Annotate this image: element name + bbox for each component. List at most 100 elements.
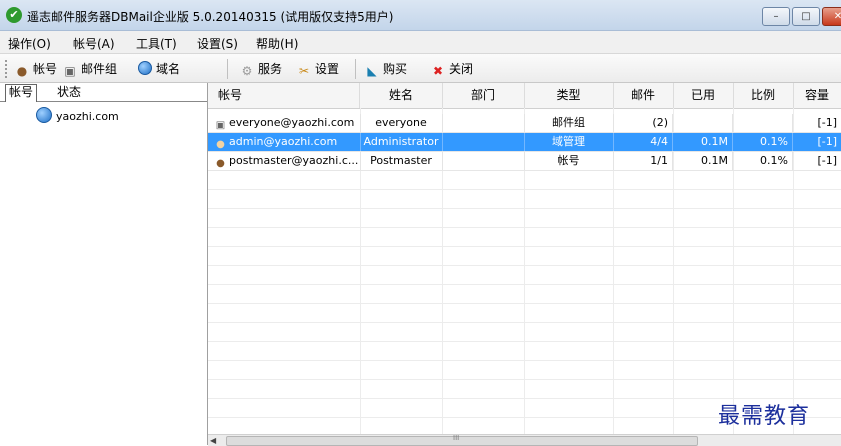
tree-item-label: yaozhi.com [56,110,119,123]
table-header: 帐号 姓名 部门 类型 邮件 已用 比例 容量 [208,83,841,109]
cell-mail: (2) [613,114,673,132]
menu-tools[interactable]: 工具(T) [136,35,177,52]
cell-department [442,133,525,151]
tab-account[interactable]: 帐号 [5,84,38,102]
cart-icon: ◣ [367,64,377,78]
menu-account[interactable]: 帐号(A) [73,35,115,52]
menu-operate[interactable]: 操作(O) [8,35,51,52]
empty-row [208,380,841,399]
empty-row [208,266,841,285]
close-icon: ✖ [432,64,444,78]
empty-row [208,342,841,361]
cell-capacity: [-1] [817,116,837,129]
globe-icon [137,61,153,75]
tab-status[interactable]: 状态 [54,85,84,100]
cell-account: ● admin@yaozhi.com [208,133,361,151]
cell-account: ● postmaster@yaozhi.c... [208,152,361,170]
cell-name: Administrator [360,133,443,151]
menu-help[interactable]: 帮助(H) [256,35,298,52]
toolbar-buy-label: 购买 [383,62,408,76]
mail-group-icon: ▣ [215,120,226,131]
column-header-department[interactable]: 部门 [442,83,525,108]
toolbar-grip[interactable] [5,60,10,78]
toolbar-service-label: 服务 [258,62,283,76]
table-row[interactable]: ● postmaster@yaozhi.c... Postmaster 帐号 1/… [208,152,841,171]
cell-ratio: 0.1% [733,133,793,151]
cell-department [442,114,525,132]
menu-bar: 操作(O) 帐号(A) 工具(T) 设置(S) 帮助(H) [0,31,841,54]
cell-type: 域管理 [524,133,614,151]
column-header-mail[interactable]: 邮件 [613,83,674,108]
toolbar-separator [227,59,228,79]
empty-row [208,361,841,380]
cell-mail: 4/4 [613,133,673,151]
scroll-grip: III [453,434,460,442]
empty-row [208,190,841,209]
toolbar-settings-button[interactable]: ✂ 设置 [296,60,339,78]
mail-group-icon: ▣ [64,64,76,78]
left-tab-strip: 帐号 状态 [0,83,207,102]
table-row-selected[interactable]: ● admin@yaozhi.com Administrator 域管理 4/4 … [208,133,841,152]
tree-item-domain[interactable]: yaozhi.com [36,107,119,125]
toolbar-account-button[interactable]: ● 帐号 [14,60,57,78]
toolbar-domain-label: 域名 [156,62,181,76]
minimize-button[interactable]: – [762,7,790,26]
account-table: 帐号 姓名 部门 类型 邮件 已用 比例 容量 ▣ everyone@yaozhi… [208,83,841,445]
cell-used: 0.1M [673,152,733,170]
maximize-icon: □ [801,11,811,22]
empty-row [208,285,841,304]
column-header-name[interactable]: 姓名 [360,83,443,108]
toolbar-settings-label: 设置 [315,62,340,76]
cell-type: 帐号 [524,152,614,170]
left-panel: 帐号 状态 yaozhi.com [0,83,208,445]
watermark-text: 最需教育 [718,404,811,429]
cell-name: everyone [360,114,443,132]
empty-row [208,209,841,228]
empty-row [208,247,841,266]
toolbar-close-button[interactable]: ✖ 关闭 [430,60,473,78]
toolbar: ● 帐号 ▣ 邮件组 域名 ⚙ 服务 ✂ 设置 ◣ 购买 ✖ 关闭 [0,54,841,83]
column-header-account[interactable]: 帐号 [208,83,360,108]
toolbar-domain-button[interactable]: 域名 [137,60,180,78]
close-window-button[interactable]: ✕ [822,7,841,26]
cell-mail: 1/1 [613,152,673,170]
toolbar-buy-button[interactable]: ◣ 购买 [364,60,407,78]
maximize-button[interactable]: □ [792,7,820,26]
menu-settings[interactable]: 设置(S) [197,35,238,52]
tools-icon: ✂ [298,64,310,78]
toolbar-separator [355,59,356,79]
cell-department [442,152,525,170]
cell-used: 0.1M [673,133,733,151]
column-header-used[interactable]: 已用 [673,83,734,108]
empty-row [208,304,841,323]
cell-ratio [733,114,793,132]
empty-row [208,323,841,342]
cell-used [673,114,733,132]
toolbar-mail-group-label: 邮件组 [81,62,118,76]
title-bar: ✔ 遥志邮件服务器DBMail企业版 5.0.20140315 (试用版仅支持5… [0,0,841,31]
minimize-icon: – [773,11,779,22]
cell-type: 邮件组 [524,114,614,132]
horizontal-scrollbar[interactable]: ◀ III [208,434,841,446]
cell-ratio: 0.1% [733,152,793,170]
empty-row [208,228,841,247]
empty-row [208,171,841,190]
user-icon: ● [16,64,28,78]
cell-account: ▣ everyone@yaozhi.com [208,114,361,132]
cell-capacity: [-1] [817,135,837,148]
toolbar-account-label: 帐号 [33,62,58,76]
account-address: admin@yaozhi.com [229,135,338,148]
app-logo-icon: ✔ [6,7,22,23]
column-header-ratio[interactable]: 比例 [733,83,794,108]
close-icon: ✕ [833,11,841,22]
user-icon: ● [216,139,225,150]
gear-icon: ⚙ [241,64,253,78]
account-address: postmaster@yaozhi.c... [229,154,359,167]
column-header-capacity[interactable]: 容量 [793,83,841,108]
scroll-left-icon[interactable]: ◀ [210,435,216,446]
toolbar-service-button[interactable]: ⚙ 服务 [239,60,282,78]
table-row[interactable]: ▣ everyone@yaozhi.com everyone 邮件组 (2) [-… [208,114,841,133]
toolbar-mail-group-button[interactable]: ▣ 邮件组 [62,60,117,78]
column-header-type[interactable]: 类型 [524,83,614,108]
cell-name: Postmaster [360,152,443,170]
